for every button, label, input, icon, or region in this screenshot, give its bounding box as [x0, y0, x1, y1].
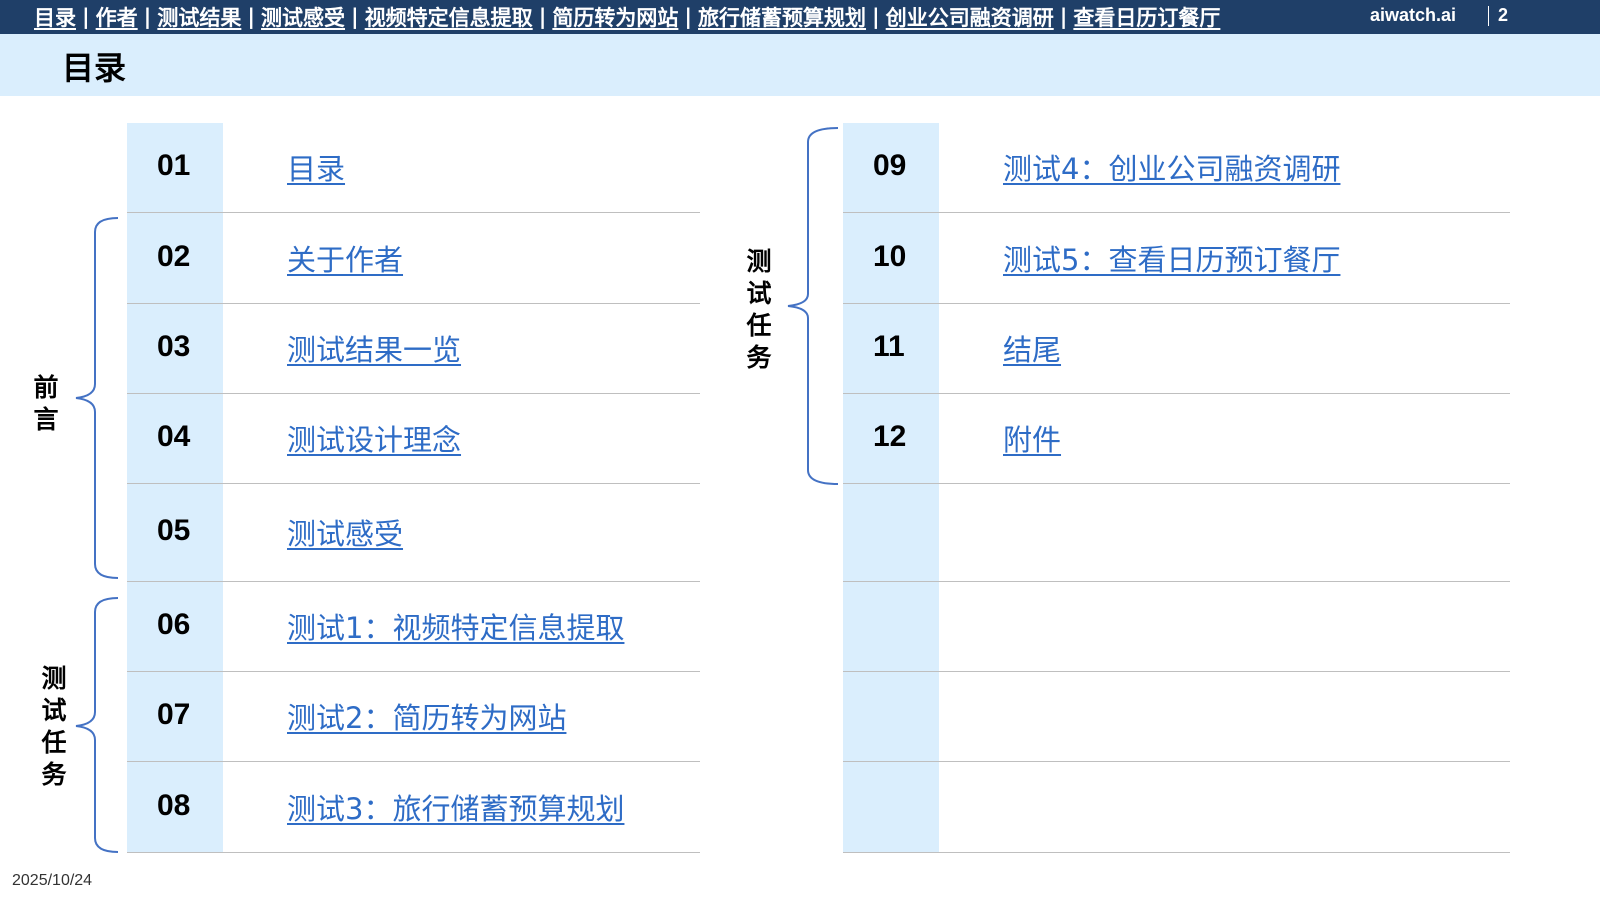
left-row-link[interactable]: 测试1：视频特定信息提取: [287, 605, 624, 647]
left-row: 04 测试设计理念: [127, 394, 700, 484]
right-row: 10 测试5：查看日历预订餐厅: [843, 213, 1510, 304]
right-row: [843, 582, 1510, 672]
right-row-number: 12: [873, 420, 907, 453]
left-row-number: 02: [157, 239, 191, 273]
left-row-link[interactable]: 测试结果一览: [287, 327, 461, 369]
right-row: 12 附件: [843, 394, 1510, 484]
right-row: [843, 484, 1510, 582]
left-row-number: 04: [157, 420, 191, 453]
right-row-link[interactable]: 结尾: [1003, 327, 1061, 369]
bracket-label-test-tasks-left: 测试任务: [41, 664, 67, 789]
right-row: [843, 762, 1510, 853]
left-row-number: 05: [157, 514, 191, 547]
right-row: 09 测试4：创业公司融资调研: [843, 123, 1510, 213]
left-row-link[interactable]: 测试设计理念: [287, 417, 461, 459]
left-row-number: 03: [157, 330, 191, 363]
bracket-label-preface: 前言: [33, 373, 59, 434]
left-row-link[interactable]: 测试感受: [287, 511, 403, 553]
left-row: 06 测试1：视频特定信息提取: [127, 582, 700, 672]
left-row: 01 目录: [127, 123, 700, 213]
left-row-number: 01: [157, 149, 191, 182]
right-row: [843, 672, 1510, 762]
left-row: 07 测试2：简历转为网站: [127, 672, 700, 762]
right-row-number: 09: [873, 149, 907, 182]
right-row-number: 10: [873, 239, 907, 273]
bracket-label-test-tasks-right: 测试任务: [746, 247, 772, 372]
left-row-link[interactable]: 关于作者: [287, 237, 403, 279]
left-row: 02 关于作者: [127, 213, 700, 304]
left-row-number: 08: [157, 788, 191, 822]
left-row-link[interactable]: 目录: [287, 146, 345, 188]
left-row-link[interactable]: 测试2：简历转为网站: [287, 695, 566, 737]
left-row: 03 测试结果一览: [127, 304, 700, 394]
left-row: 05 测试感受: [127, 484, 700, 582]
right-row: 11 结尾: [843, 304, 1510, 394]
left-row-number: 07: [157, 698, 191, 731]
right-row-number: 11: [873, 330, 905, 363]
right-row-link[interactable]: 测试5：查看日历预订餐厅: [1003, 237, 1340, 279]
right-row-link[interactable]: 测试4：创业公司融资调研: [1003, 146, 1340, 188]
left-row-link[interactable]: 测试3：旅行储蓄预算规划: [287, 786, 624, 828]
left-row-number: 06: [157, 608, 191, 641]
footer-date: 2025/10/24: [12, 872, 93, 889]
right-row-link[interactable]: 附件: [1003, 417, 1061, 459]
left-row: 08 测试3：旅行储蓄预算规划: [127, 762, 700, 853]
